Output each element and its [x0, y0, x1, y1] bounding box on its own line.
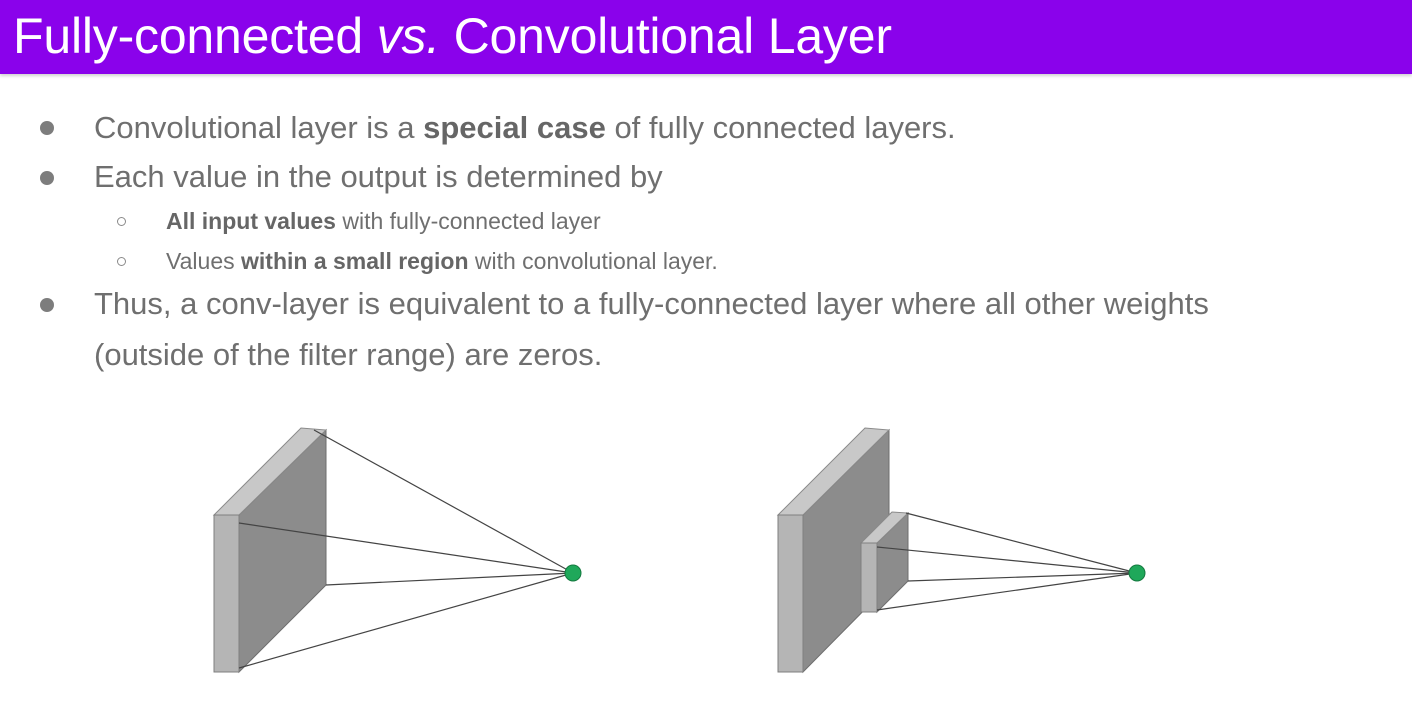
filter-block-front-face — [860, 542, 878, 613]
convolutional-diagram — [776, 427, 1146, 674]
fc-layer-front-face — [213, 514, 240, 673]
conv-connection-line — [876, 546, 1138, 574]
layer-diagram — [212, 427, 1146, 674]
fc-output-node — [564, 564, 582, 582]
conv-connection-line — [876, 572, 1138, 611]
slide: Fully-connected vs. Convolutional Layer … — [0, 0, 1412, 717]
conv-connection-line — [907, 572, 1138, 582]
fc-connection-line — [313, 429, 574, 574]
conv-output-node — [1128, 564, 1146, 582]
conv-layer-front-face — [777, 514, 804, 673]
conv-connection-line — [905, 512, 1138, 574]
fully-connected-diagram — [212, 427, 582, 674]
